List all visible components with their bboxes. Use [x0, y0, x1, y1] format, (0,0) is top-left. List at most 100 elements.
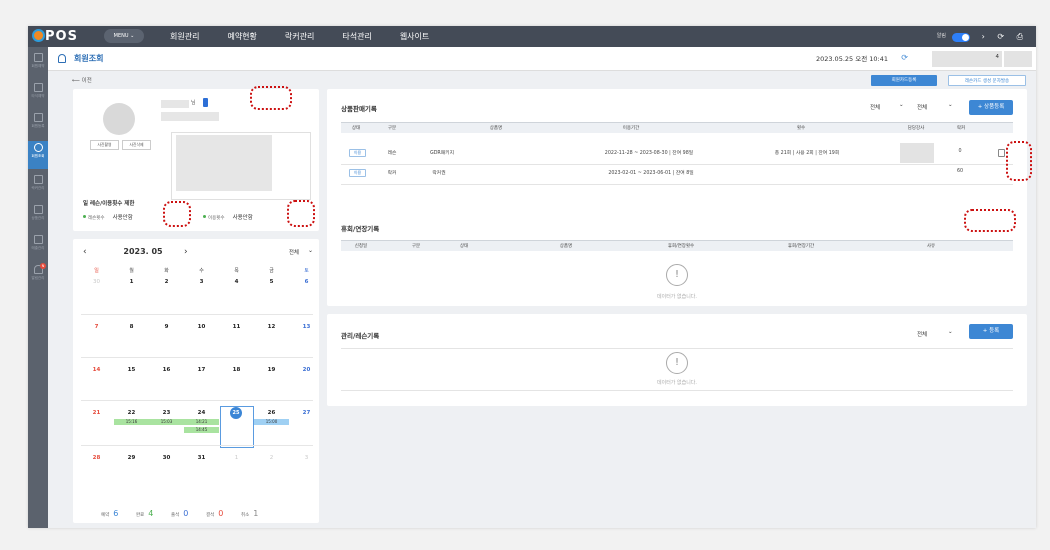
calendar-day[interactable]: 1 [114, 279, 149, 285]
calendar-day[interactable]: 30 [149, 455, 184, 461]
refresh-icon[interactable]: ⟳ [901, 53, 908, 62]
calendar-day[interactable]: 16 [149, 367, 184, 373]
chevron-down-icon[interactable]: ⌄ [899, 102, 904, 108]
app-logo[interactable]: POS [32, 26, 78, 47]
next-month-button[interactable]: › [184, 247, 188, 257]
calendar-day[interactable]: 23 [149, 410, 184, 416]
chevron-down-icon[interactable]: ⌄ [948, 329, 953, 335]
calendar-day[interactable]: 30 [79, 279, 114, 285]
calendar-day[interactable]: 31 [184, 455, 219, 461]
mgmt-filter[interactable]: 전체 [917, 330, 927, 338]
sales-table-header: 상태 구분 상품명 이용기간 횟수 담당강사 락커 [341, 122, 1013, 133]
sidebar-item-sales[interactable]: 매출관리 [28, 233, 48, 261]
calendar-day[interactable]: 24 [184, 410, 219, 416]
calendar-day[interactable]: 28 [79, 455, 114, 461]
sidebar-item-alarm[interactable]: 알림관리 N [28, 263, 48, 291]
status-badge: 이용 [349, 149, 366, 157]
nav-bay[interactable]: 타석관리 [342, 26, 371, 47]
calendar-day[interactable]: 11 [219, 324, 254, 330]
chevron-down-icon[interactable]: ⌄ [308, 247, 313, 254]
calendar-filter[interactable]: 전체 [289, 248, 299, 256]
delete-photo-button[interactable]: 사진삭제 [122, 140, 151, 150]
app-window: POS MENU ⌄ 회원관리 예약현황 락커관리 타석관리 웹사이트 알림 ‹… [28, 26, 1036, 528]
period-cell: 2022-11-28 ~ 2023-08-30 | 잔여 98일 [604, 151, 694, 156]
empty-state-icon: ! [666, 264, 688, 286]
back-button[interactable]: ⟵ 이전 [72, 76, 92, 84]
calendar-event[interactable]: 15:03 [149, 419, 184, 425]
add-product-button[interactable]: + 상품등록 [969, 100, 1013, 115]
calendar-event[interactable]: 15:00 [254, 419, 289, 425]
leave-title: 휴회/연장기록 [341, 225, 380, 233]
calendar-day[interactable]: 10 [184, 324, 219, 330]
alarm-label: 알림 [936, 33, 946, 39]
notification-badge: N [40, 263, 46, 269]
member-card-button[interactable]: 회원카드등록 [871, 75, 937, 86]
phone-icon[interactable] [203, 98, 208, 107]
avatar[interactable] [103, 103, 135, 135]
grid-icon [33, 83, 43, 92]
sidebar-item-reserve[interactable]: 회원예약 [28, 51, 48, 79]
calendar-icon [33, 53, 43, 62]
weekday-label: 수 [199, 268, 204, 274]
calendar-day[interactable]: 12 [254, 324, 289, 330]
sidebar-item-bay[interactable]: 타석예약 [28, 81, 48, 109]
calendar-day[interactable]: 27 [289, 410, 324, 416]
calendar-day[interactable]: 3 [184, 279, 219, 285]
user-plus-icon [33, 113, 43, 122]
limit-title: 일 레슨/이용횟수 제한 [83, 201, 135, 207]
page-title: 회원조회 [74, 54, 104, 63]
lesson-card-button[interactable]: 레슨카드 생성 문자발송 [948, 75, 1026, 86]
toolbar-icons[interactable]: ‹ › ⟳ ⎙ [966, 26, 1028, 47]
calendar-day[interactable]: 26 [254, 410, 289, 416]
chevron-down-icon[interactable]: ⌄ [948, 102, 953, 108]
calendar-day[interactable]: 14 [79, 367, 114, 373]
sales-filter-2[interactable]: 전체 [917, 103, 927, 111]
menu-button[interactable]: MENU ⌄ [104, 29, 144, 43]
sidebar-item-member[interactable]: 회원조회 [28, 141, 48, 169]
instructor-redacted [900, 143, 934, 163]
calendar-day[interactable]: 5 [254, 279, 289, 285]
calendar-day[interactable]: 25 [230, 407, 242, 419]
sales-title: 상품판매기록 [341, 105, 377, 113]
empty-message: 데이터가 없습니다. [657, 380, 697, 386]
calendar-day[interactable]: 2 [149, 279, 184, 285]
calendar-day[interactable]: 13 [289, 324, 324, 330]
calendar-event[interactable]: 15:16 [114, 419, 149, 425]
calendar-day[interactable]: 19 [254, 367, 289, 373]
nav-member[interactable]: 회원관리 [170, 26, 199, 47]
leave-table-header: 신청일 구분 상태 상품명 휴회/연장횟수 휴회/연장기간 사유 [341, 240, 1013, 251]
calendar-day[interactable]: 18 [219, 367, 254, 373]
calendar-day[interactable]: 1 [219, 455, 254, 461]
calendar-day[interactable]: 15 [114, 367, 149, 373]
document-icon[interactable] [998, 149, 1005, 157]
profile-panel: 사진촬영 사진삭제 님 일 레슨/이용횟수 제한 레슨횟수 사용안함 이용횟수 사용… [73, 89, 319, 231]
calendar-event[interactable]: 14:45 [184, 427, 219, 433]
take-photo-button[interactable]: 사진촬영 [90, 140, 119, 150]
weekday-label: 금 [269, 268, 274, 274]
calendar-day[interactable]: 3 [289, 455, 324, 461]
calendar-day[interactable]: 17 [184, 367, 219, 373]
calendar-day[interactable]: 9 [149, 324, 184, 330]
sidebar-item-register[interactable]: 회원등록 [28, 111, 48, 139]
calendar-day[interactable]: 29 [114, 455, 149, 461]
calendar-day[interactable]: 8 [114, 324, 149, 330]
sales-filter-1[interactable]: 전체 [870, 103, 880, 111]
add-record-button[interactable]: + 등록 [969, 324, 1013, 339]
calendar-panel: ‹ 2023. 05 › 전체 ⌄ 일 월 화 수 목 금 토 30 1 2 3 4 5 6 7 8 9 10 11… [73, 239, 319, 523]
mgmt-panel: 관리/레슨기록 전체 ⌄ + 등록 ! 데이터가 없습니다. [327, 314, 1027, 406]
period-cell: 2023-02-01 ~ 2023-06-01 | 잔여 8일 [608, 171, 694, 176]
calendar-day[interactable]: 22 [114, 410, 149, 416]
calendar-day[interactable]: 7 [79, 324, 114, 330]
calendar-day[interactable]: 4 [219, 279, 254, 285]
calendar-day[interactable]: 21 [79, 410, 114, 416]
calendar-day[interactable]: 6 [289, 279, 324, 285]
calendar-day[interactable]: 2 [254, 455, 289, 461]
weekday-label: 토 [304, 268, 309, 274]
nav-locker[interactable]: 락커관리 [285, 26, 314, 47]
nav-website[interactable]: 웹사이트 [400, 26, 429, 47]
sidebar-item-product[interactable]: 상품관리 [28, 203, 48, 231]
calendar-day[interactable]: 20 [289, 367, 324, 373]
sidebar-item-locker[interactable]: 락커관리 [28, 173, 48, 201]
calendar-event[interactable]: 14:21 [184, 419, 219, 425]
nav-reservation[interactable]: 예약현황 [227, 26, 256, 47]
